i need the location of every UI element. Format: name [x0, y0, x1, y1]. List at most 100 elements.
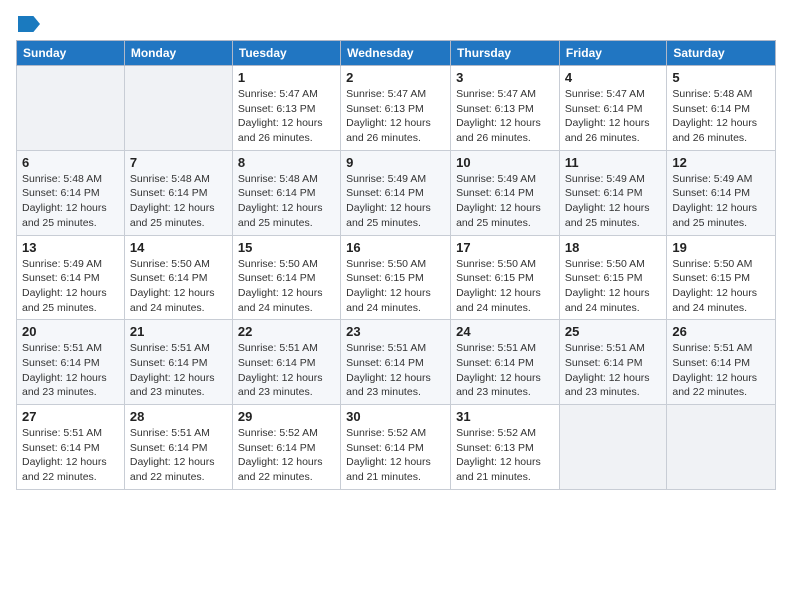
day-info: Sunrise: 5:47 AMSunset: 6:13 PMDaylight:… — [456, 87, 554, 146]
day-cell: 31 Sunrise: 5:52 AMSunset: 6:13 PMDayligh… — [451, 405, 560, 490]
header — [16, 16, 776, 32]
day-info: Sunrise: 5:51 AMSunset: 6:14 PMDaylight:… — [346, 341, 445, 400]
column-header-monday: Monday — [124, 41, 232, 66]
day-number: 26 — [672, 324, 770, 339]
day-cell: 3 Sunrise: 5:47 AMSunset: 6:13 PMDaylight… — [451, 66, 560, 151]
day-cell: 25Sunrise: 5:51 AMSunset: 6:14 PMDayligh… — [559, 320, 666, 405]
day-info: Sunrise: 5:49 AMSunset: 6:14 PMDaylight:… — [456, 172, 554, 231]
day-info: Sunrise: 5:50 AMSunset: 6:14 PMDaylight:… — [130, 257, 227, 316]
day-number: 6 — [22, 155, 119, 170]
day-info: Sunrise: 5:50 AMSunset: 6:15 PMDaylight:… — [346, 257, 445, 316]
day-info: Sunrise: 5:52 AMSunset: 6:13 PMDaylight:… — [456, 426, 554, 485]
day-info: Sunrise: 5:50 AMSunset: 6:15 PMDaylight:… — [672, 257, 770, 316]
day-cell — [559, 405, 666, 490]
day-number: 20 — [22, 324, 119, 339]
day-info: Sunrise: 5:51 AMSunset: 6:14 PMDaylight:… — [565, 341, 661, 400]
day-cell: 6 Sunrise: 5:48 AMSunset: 6:14 PMDaylight… — [17, 150, 125, 235]
day-number: 28 — [130, 409, 227, 424]
logo-icon — [18, 16, 40, 32]
day-cell: 12 Sunrise: 5:49 AMSunset: 6:14 PMDayligh… — [667, 150, 776, 235]
day-info: Sunrise: 5:49 AMSunset: 6:14 PMDaylight:… — [22, 257, 119, 316]
day-info: Sunrise: 5:51 AMSunset: 6:14 PMDaylight:… — [456, 341, 554, 400]
day-cell: 10 Sunrise: 5:49 AMSunset: 6:14 PMDayligh… — [451, 150, 560, 235]
column-header-tuesday: Tuesday — [232, 41, 340, 66]
day-number: 9 — [346, 155, 445, 170]
day-cell: 11 Sunrise: 5:49 AMSunset: 6:14 PMDayligh… — [559, 150, 666, 235]
day-cell: 7Sunrise: 5:48 AMSunset: 6:14 PMDaylight… — [124, 150, 232, 235]
day-number: 22 — [238, 324, 335, 339]
day-cell: 4 Sunrise: 5:47 AMSunset: 6:14 PMDaylight… — [559, 66, 666, 151]
day-cell — [124, 66, 232, 151]
day-cell: 30 Sunrise: 5:52 AMSunset: 6:14 PMDayligh… — [341, 405, 451, 490]
day-cell: 28 Sunrise: 5:51 AMSunset: 6:14 PMDayligh… — [124, 405, 232, 490]
day-cell: 1 Sunrise: 5:47 AMSunset: 6:13 PMDaylight… — [232, 66, 340, 151]
day-number: 13 — [22, 240, 119, 255]
day-cell: 19 Sunrise: 5:50 AMSunset: 6:15 PMDayligh… — [667, 235, 776, 320]
day-cell: 8Sunrise: 5:48 AMSunset: 6:14 PMDaylight… — [232, 150, 340, 235]
day-cell: 16 Sunrise: 5:50 AMSunset: 6:15 PMDayligh… — [341, 235, 451, 320]
day-info: Sunrise: 5:49 AMSunset: 6:14 PMDaylight:… — [672, 172, 770, 231]
day-info: Sunrise: 5:47 AMSunset: 6:14 PMDaylight:… — [565, 87, 661, 146]
day-info: Sunrise: 5:48 AMSunset: 6:14 PMDaylight:… — [672, 87, 770, 146]
day-number: 29 — [238, 409, 335, 424]
week-row-1: 1 Sunrise: 5:47 AMSunset: 6:13 PMDaylight… — [17, 66, 776, 151]
day-number: 10 — [456, 155, 554, 170]
day-info: Sunrise: 5:50 AMSunset: 6:15 PMDaylight:… — [456, 257, 554, 316]
column-header-sunday: Sunday — [17, 41, 125, 66]
day-cell: 5 Sunrise: 5:48 AMSunset: 6:14 PMDaylight… — [667, 66, 776, 151]
day-info: Sunrise: 5:51 AMSunset: 6:14 PMDaylight:… — [130, 341, 227, 400]
day-number: 8 — [238, 155, 335, 170]
logo — [16, 16, 40, 32]
day-number: 31 — [456, 409, 554, 424]
day-info: Sunrise: 5:50 AMSunset: 6:14 PMDaylight:… — [238, 257, 335, 316]
day-cell: 24 Sunrise: 5:51 AMSunset: 6:14 PMDayligh… — [451, 320, 560, 405]
column-header-wednesday: Wednesday — [341, 41, 451, 66]
week-row-2: 6 Sunrise: 5:48 AMSunset: 6:14 PMDaylight… — [17, 150, 776, 235]
day-number: 21 — [130, 324, 227, 339]
day-info: Sunrise: 5:51 AMSunset: 6:14 PMDaylight:… — [22, 426, 119, 485]
day-info: Sunrise: 5:51 AMSunset: 6:14 PMDaylight:… — [130, 426, 227, 485]
day-cell: 9 Sunrise: 5:49 AMSunset: 6:14 PMDaylight… — [341, 150, 451, 235]
day-cell: 27Sunrise: 5:51 AMSunset: 6:14 PMDayligh… — [17, 405, 125, 490]
day-cell: 23 Sunrise: 5:51 AMSunset: 6:14 PMDayligh… — [341, 320, 451, 405]
day-number: 23 — [346, 324, 445, 339]
day-number: 5 — [672, 70, 770, 85]
day-info: Sunrise: 5:51 AMSunset: 6:14 PMDaylight:… — [672, 341, 770, 400]
day-number: 19 — [672, 240, 770, 255]
day-number: 24 — [456, 324, 554, 339]
calendar: SundayMondayTuesdayWednesdayThursdayFrid… — [16, 40, 776, 490]
day-info: Sunrise: 5:52 AMSunset: 6:14 PMDaylight:… — [346, 426, 445, 485]
day-info: Sunrise: 5:48 AMSunset: 6:14 PMDaylight:… — [22, 172, 119, 231]
column-header-friday: Friday — [559, 41, 666, 66]
day-number: 12 — [672, 155, 770, 170]
column-header-thursday: Thursday — [451, 41, 560, 66]
calendar-header-row: SundayMondayTuesdayWednesdayThursdayFrid… — [17, 41, 776, 66]
week-row-3: 13 Sunrise: 5:49 AMSunset: 6:14 PMDayligh… — [17, 235, 776, 320]
day-number: 3 — [456, 70, 554, 85]
day-number: 7 — [130, 155, 227, 170]
day-cell: 22 Sunrise: 5:51 AMSunset: 6:14 PMDayligh… — [232, 320, 340, 405]
day-cell: 18Sunrise: 5:50 AMSunset: 6:15 PMDayligh… — [559, 235, 666, 320]
day-number: 16 — [346, 240, 445, 255]
day-number: 4 — [565, 70, 661, 85]
day-number: 30 — [346, 409, 445, 424]
day-number: 1 — [238, 70, 335, 85]
day-info: Sunrise: 5:47 AMSunset: 6:13 PMDaylight:… — [238, 87, 335, 146]
day-number: 14 — [130, 240, 227, 255]
day-cell: 13 Sunrise: 5:49 AMSunset: 6:14 PMDayligh… — [17, 235, 125, 320]
day-cell: 2Sunrise: 5:47 AMSunset: 6:13 PMDaylight… — [341, 66, 451, 151]
day-number: 11 — [565, 155, 661, 170]
day-cell: 17Sunrise: 5:50 AMSunset: 6:15 PMDayligh… — [451, 235, 560, 320]
day-cell: 26 Sunrise: 5:51 AMSunset: 6:14 PMDayligh… — [667, 320, 776, 405]
week-row-4: 20 Sunrise: 5:51 AMSunset: 6:14 PMDayligh… — [17, 320, 776, 405]
day-info: Sunrise: 5:51 AMSunset: 6:14 PMDaylight:… — [238, 341, 335, 400]
day-cell: 15Sunrise: 5:50 AMSunset: 6:14 PMDayligh… — [232, 235, 340, 320]
day-cell — [667, 405, 776, 490]
column-header-saturday: Saturday — [667, 41, 776, 66]
day-cell: 20Sunrise: 5:51 AMSunset: 6:14 PMDayligh… — [17, 320, 125, 405]
day-info: Sunrise: 5:49 AMSunset: 6:14 PMDaylight:… — [346, 172, 445, 231]
day-number: 18 — [565, 240, 661, 255]
day-cell: 21 Sunrise: 5:51 AMSunset: 6:14 PMDayligh… — [124, 320, 232, 405]
day-info: Sunrise: 5:49 AMSunset: 6:14 PMDaylight:… — [565, 172, 661, 231]
day-cell: 14 Sunrise: 5:50 AMSunset: 6:14 PMDayligh… — [124, 235, 232, 320]
